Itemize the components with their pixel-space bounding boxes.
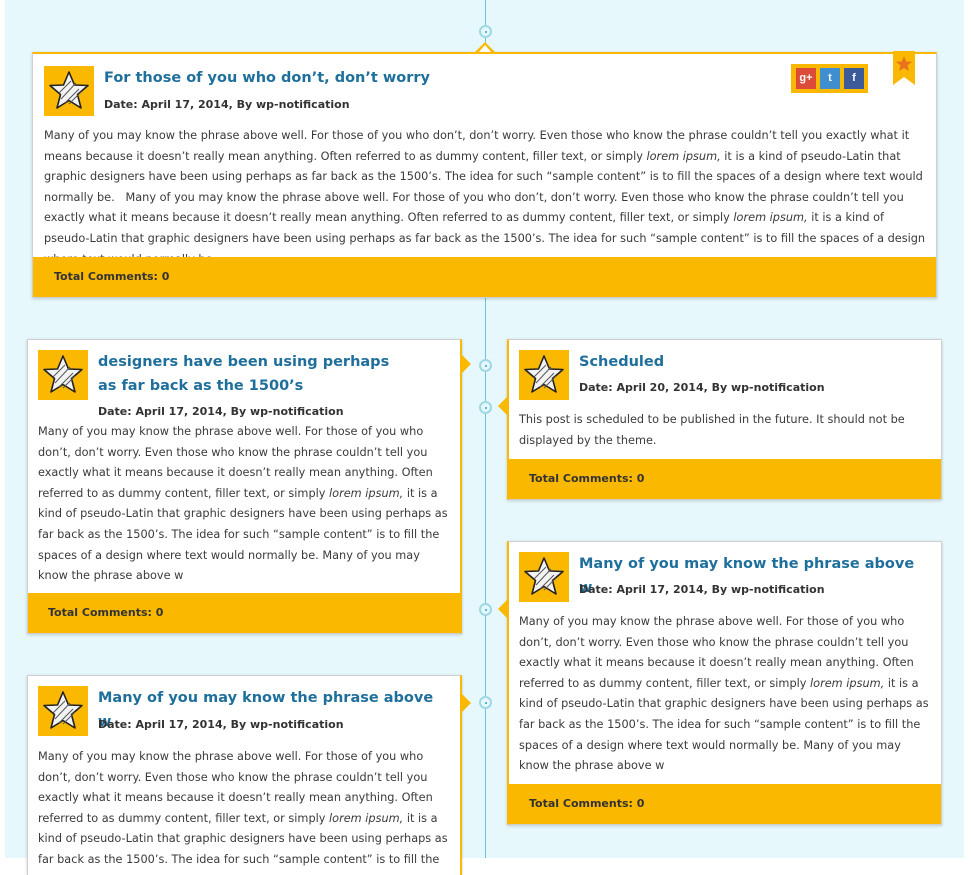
card-pointer xyxy=(498,600,507,618)
comments-footer: Total Comments: 0 xyxy=(33,257,936,297)
post-title[interactable]: designers have been using perhaps as far… xyxy=(98,350,398,398)
timeline-post-card: designers have been using perhaps as far… xyxy=(27,339,462,634)
post-excerpt: Many of you may know the phrase above we… xyxy=(519,612,929,777)
total-comments[interactable]: Total Comments: 0 xyxy=(529,797,644,811)
facebook-icon[interactable]: f xyxy=(844,68,864,89)
excerpt-italic: lorem ipsum, xyxy=(329,486,404,500)
timeline-post-card: Many of you may know the phrase above w … xyxy=(507,541,942,825)
timeline-post-card: Many of you may know the phrase above w … xyxy=(27,675,462,875)
excerpt-italic: lorem ipsum, xyxy=(733,211,808,225)
post-meta: Date: April 17, 2014, By wp-notification xyxy=(579,583,825,596)
comments-footer: Total Comments: 0 xyxy=(509,784,941,824)
excerpt-text: it is a kind of pseudo-Latin that graphi… xyxy=(519,676,929,773)
excerpt-italic: lorem ipsum, xyxy=(810,676,885,690)
timeline-node xyxy=(479,359,492,372)
star-avatar-icon[interactable] xyxy=(519,552,569,602)
post-meta: Date: April 17, 2014, By wp-notification xyxy=(98,718,344,731)
post-excerpt: Many of you may know the phrase above we… xyxy=(38,747,448,875)
post-excerpt: Many of you may know the phrase above we… xyxy=(44,126,926,270)
star-avatar-icon[interactable] xyxy=(519,350,569,400)
post-title[interactable]: Scheduled xyxy=(579,350,919,374)
post-title[interactable]: For those of you who don’t, don’t worry xyxy=(104,66,704,90)
card-pointer xyxy=(462,355,471,373)
star-avatar-icon[interactable] xyxy=(38,350,88,400)
comments-footer: Total Comments: 0 xyxy=(28,593,460,633)
excerpt-text: it is a kind of pseudo-Latin that graphi… xyxy=(38,486,448,583)
timeline-node xyxy=(479,401,492,414)
comments-footer: Total Comments: 0 xyxy=(509,459,941,499)
bookmark-star-icon[interactable] xyxy=(893,51,915,85)
timeline-node xyxy=(479,603,492,616)
total-comments[interactable]: Total Comments: 0 xyxy=(48,606,163,620)
post-meta: Date: April 17, 2014, By wp-notification xyxy=(104,98,350,111)
timeline-node xyxy=(479,25,492,38)
twitter-icon[interactable]: t xyxy=(820,68,840,89)
total-comments[interactable]: Total Comments: 0 xyxy=(54,270,169,284)
excerpt-italic: lorem ipsum, xyxy=(329,811,404,825)
excerpt-text: This post is scheduled to be published i… xyxy=(519,413,905,447)
total-comments[interactable]: Total Comments: 0 xyxy=(529,472,644,486)
star-avatar-icon[interactable] xyxy=(44,66,94,116)
post-excerpt: This post is scheduled to be published i… xyxy=(519,410,929,451)
card-pointer xyxy=(498,397,507,415)
timeline-node xyxy=(479,696,492,709)
google-plus-icon[interactable]: g+ xyxy=(796,68,816,89)
social-share-bar: g+ t f xyxy=(791,64,868,93)
post-meta: Date: April 20, 2014, By wp-notification xyxy=(579,381,825,394)
post-meta: Date: April 17, 2014, By wp-notification xyxy=(98,405,344,418)
excerpt-italic: lorem ipsum, xyxy=(646,149,721,163)
post-excerpt: Many of you may know the phrase above we… xyxy=(38,422,448,587)
card-pointer xyxy=(462,694,471,712)
star-avatar-icon[interactable] xyxy=(38,686,88,736)
timeline-post-card: Scheduled Date: April 20, 2014, By wp-no… xyxy=(507,339,942,500)
